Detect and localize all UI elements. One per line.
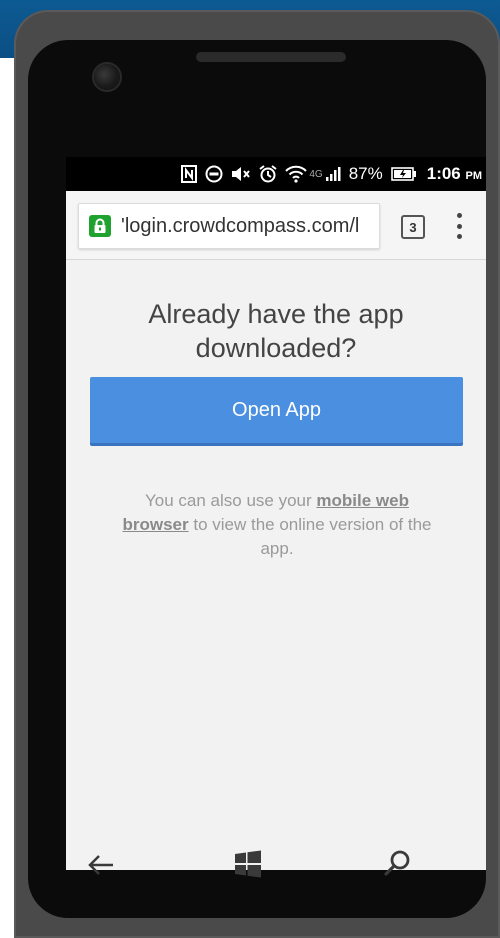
alt-text-before: You can also use your (145, 491, 317, 510)
search-icon[interactable] (383, 848, 413, 878)
do-not-disturb-icon (205, 165, 223, 183)
camera-icon (94, 64, 120, 90)
network-type: 4G (309, 168, 323, 180)
signal-icon (325, 166, 341, 182)
tab-switcher-button[interactable]: 3 (401, 215, 425, 239)
nfc-icon (181, 165, 198, 183)
battery-percent: 87% (348, 164, 383, 183)
clock-time: 1:06 (426, 164, 461, 183)
clock: 1:06 PM (427, 164, 482, 184)
windows-start-icon[interactable] (234, 850, 262, 878)
address-bar[interactable]: 'login.crowdcompass.com/l (78, 203, 380, 249)
phone-screen: 4G 87% 1:06 PM 'login.crowdcompass.com/l (66, 157, 486, 870)
back-arrow-icon[interactable] (86, 850, 116, 880)
mute-icon (231, 166, 251, 182)
lock-icon (89, 215, 111, 237)
phone-nav-bar (38, 830, 458, 900)
page-heading: Already have the app downloaded? (148, 299, 404, 363)
open-app-button[interactable]: Open App (90, 377, 463, 443)
battery-icon (390, 167, 417, 181)
wifi-icon (285, 165, 308, 183)
alternative-text: You can also use your mobile web browser… (122, 489, 432, 561)
browser-toolbar: 'login.crowdcompass.com/l 3 (66, 191, 486, 260)
speaker-grille (196, 52, 346, 62)
alarm-icon (259, 165, 277, 183)
phone-bezel: 4G 87% 1:06 PM 'login.crowdcompass.com/l (28, 40, 486, 918)
alt-text-after: to view the online version of the app. (188, 515, 432, 558)
clock-ampm: PM (465, 170, 483, 182)
phone-frame: 4G 87% 1:06 PM 'login.crowdcompass.com/l (14, 10, 500, 938)
overflow-menu-icon[interactable] (454, 213, 464, 239)
url-text: 'login.crowdcompass.com/l (121, 214, 360, 237)
status-bar: 4G 87% 1:06 PM (66, 157, 486, 191)
